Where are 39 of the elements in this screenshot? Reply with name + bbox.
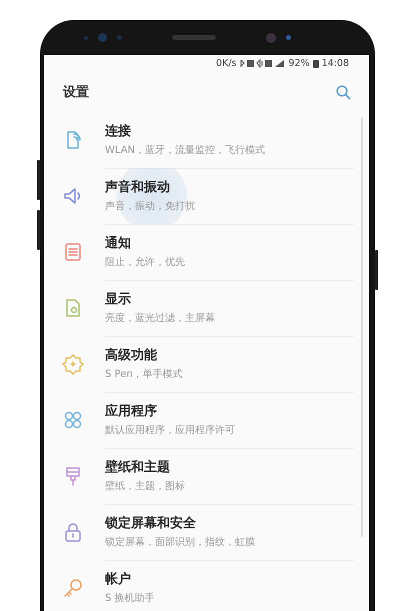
item-title: 通知 bbox=[105, 235, 132, 252]
battery-percentage: 92% bbox=[288, 58, 310, 69]
settings-item[interactable]: 高级功能 S Pen，单手模式 bbox=[44, 336, 369, 392]
item-title: 锁定屏幕和安全 bbox=[105, 514, 197, 532]
item-title: 应用程序 bbox=[105, 402, 158, 420]
settings-item[interactable]: 显示 亮度，蓝光过滤，主屏幕 bbox=[44, 280, 369, 336]
battery-icon bbox=[312, 59, 319, 68]
settings-item[interactable]: 应用程序 默认应用程序，应用程序许可 bbox=[44, 392, 369, 448]
item-subtitle: 默认应用程序，应用程序许可 bbox=[105, 424, 236, 437]
iris-scanner-icon bbox=[98, 33, 107, 42]
item-subtitle: 声音，振动，免打扰 bbox=[105, 200, 196, 213]
settings-item[interactable]: 壁纸和主题 壁纸，主题，图标 bbox=[44, 448, 369, 504]
item-subtitle: S Pen，单手模式 bbox=[105, 368, 184, 381]
item-title: 连接 bbox=[105, 122, 132, 140]
search-icon[interactable] bbox=[336, 84, 351, 100]
item-title: 高级功能 bbox=[105, 346, 158, 364]
settings-item[interactable]: 通知 阻止，允许，优先 bbox=[44, 224, 369, 280]
clock: 14:08 bbox=[322, 58, 349, 69]
item-title: 壁纸和主题 bbox=[105, 458, 171, 476]
page-title: 设置 bbox=[63, 84, 89, 101]
settings-item[interactable]: 连接 WLAN，蓝牙，流量监控，飞行模式 bbox=[44, 112, 369, 168]
status-icons-drawing bbox=[239, 59, 286, 68]
sensor-icon bbox=[84, 36, 88, 40]
item-subtitle: 壁纸，主题，图标 bbox=[105, 480, 186, 493]
sensor-icon bbox=[286, 35, 291, 40]
settings-item[interactable]: 帐户 S 换机助手 bbox=[44, 560, 369, 611]
item-title: 显示 bbox=[105, 291, 132, 308]
item-subtitle: 锁定屏幕，面部识别，指纹，虹膜 bbox=[105, 536, 256, 549]
item-subtitle: S 换机助手 bbox=[105, 592, 156, 605]
settings-item[interactable]: 锁定屏幕和安全 锁定屏幕，面部识别，指纹，虹膜 bbox=[44, 504, 369, 560]
front-camera-icon bbox=[266, 32, 276, 42]
item-title: 帐户 bbox=[105, 570, 132, 588]
item-title: 声音和振动 bbox=[105, 178, 171, 196]
item-subtitle: WLAN，蓝牙，流量监控，飞行模式 bbox=[105, 144, 266, 157]
item-subtitle: 亮度，蓝光过滤，主屏幕 bbox=[105, 312, 216, 325]
sensor-icon bbox=[117, 35, 122, 40]
item-subtitle: 阻止，允许，优先 bbox=[105, 256, 186, 269]
earpiece-speaker bbox=[172, 35, 216, 40]
network-speed: 0K/s bbox=[216, 58, 236, 69]
